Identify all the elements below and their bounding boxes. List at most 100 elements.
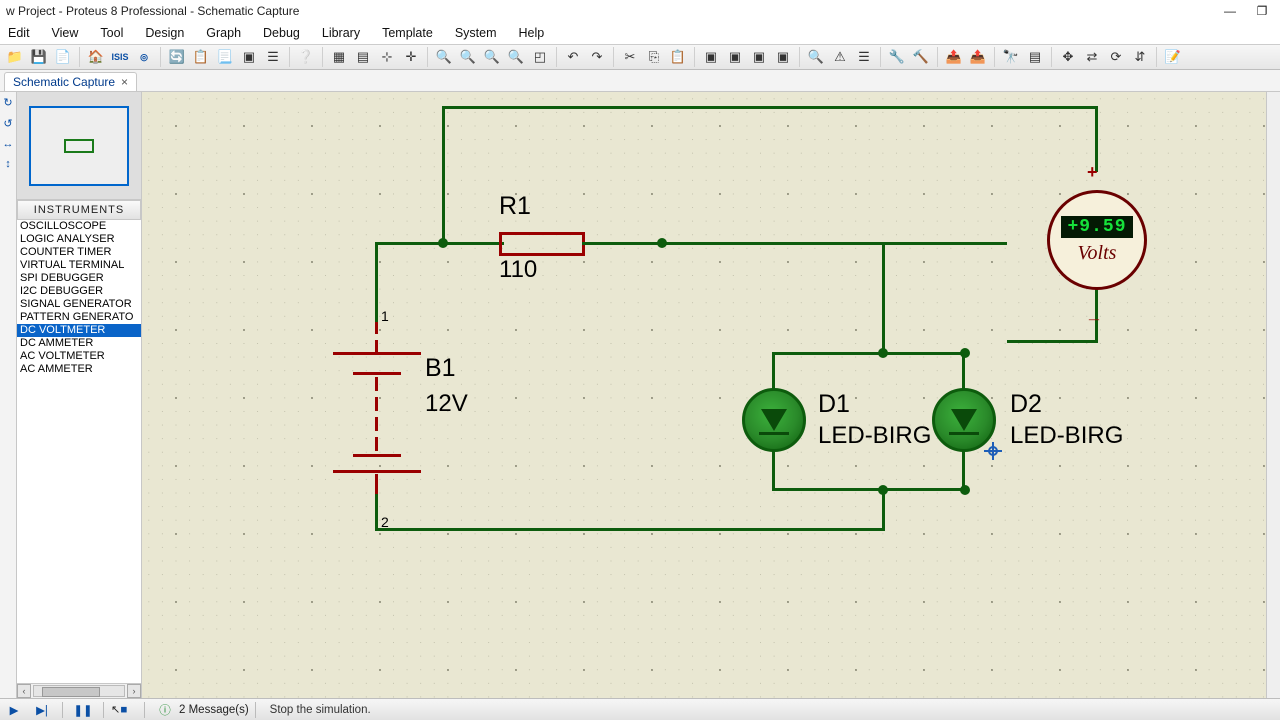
status-bar: ▶ ▶| ❚❚ ↖ ■ ⓘ 2 Message(s) Stop the simu… xyxy=(0,698,1280,720)
play-button[interactable]: ▶ xyxy=(3,701,25,719)
messages-count[interactable]: 2 Message(s) xyxy=(179,704,249,716)
block4-icon[interactable]: ▣ xyxy=(772,46,794,68)
undo-icon[interactable]: ↶ xyxy=(562,46,584,68)
list-item[interactable]: LOGIC ANALYSER xyxy=(17,233,141,246)
list-item[interactable]: SPI DEBUGGER xyxy=(17,272,141,285)
list-item[interactable]: PATTERN GENERATO xyxy=(17,311,141,324)
save-icon[interactable]: 💾 xyxy=(28,46,50,68)
r1-ref-label: R1 xyxy=(499,192,531,221)
minimize-icon: — xyxy=(1224,4,1236,18)
tag-icon[interactable]: ▤ xyxy=(1024,46,1046,68)
cut-icon[interactable]: ✂ xyxy=(619,46,641,68)
flip-v-icon[interactable]: ↕ xyxy=(5,158,11,170)
zoom-icon[interactable]: 🔍 xyxy=(433,46,455,68)
grid-icon[interactable]: ▦ xyxy=(328,46,350,68)
list-item[interactable]: DC AMMETER xyxy=(17,337,141,350)
mirror-icon[interactable]: ⇄ xyxy=(1081,46,1103,68)
redo-icon[interactable]: ↷ xyxy=(586,46,608,68)
zoom-in-icon[interactable]: 🔍 xyxy=(457,46,479,68)
import-icon[interactable]: 📄 xyxy=(52,46,74,68)
paste-icon[interactable]: 📋 xyxy=(667,46,689,68)
origin-icon[interactable]: ✛ xyxy=(400,46,422,68)
menu-debug[interactable]: Debug xyxy=(259,24,304,42)
binoc-icon[interactable]: 🔭 xyxy=(1000,46,1022,68)
menu-system[interactable]: System xyxy=(451,24,501,42)
prop-icon[interactable]: 📝 xyxy=(1162,46,1184,68)
list-item[interactable]: VIRTUAL TERMINAL xyxy=(17,259,141,272)
window-minimize-button[interactable]: — xyxy=(1218,3,1242,19)
resistor-r1[interactable] xyxy=(499,232,585,256)
menu-view[interactable]: View xyxy=(48,24,83,42)
copy-icon[interactable]: ⎘ xyxy=(643,46,665,68)
menu-bar: Edit View Tool Design Graph Debug Librar… xyxy=(0,22,1280,44)
menu-design[interactable]: Design xyxy=(141,24,188,42)
tab-close-icon[interactable]: × xyxy=(121,75,128,89)
rotate-cw-icon[interactable]: ↻ xyxy=(3,96,12,109)
messages-icon[interactable]: ⓘ xyxy=(154,701,176,719)
move-icon[interactable]: ✥ xyxy=(1057,46,1079,68)
step-button[interactable]: ▶| xyxy=(31,701,53,719)
block2-icon[interactable]: ▣ xyxy=(724,46,746,68)
open-icon[interactable]: 📁 xyxy=(4,46,26,68)
part-icon[interactable]: 📋 xyxy=(190,46,212,68)
scroll-left-icon[interactable]: ‹ xyxy=(17,684,31,698)
refresh-icon[interactable]: 🔄 xyxy=(166,46,188,68)
list-item-selected[interactable]: DC VOLTMETER xyxy=(17,324,141,337)
rotate-ccw-icon[interactable]: ↺ xyxy=(3,117,12,130)
zoom-out-icon[interactable]: 🔍 xyxy=(481,46,503,68)
zoom-area-icon[interactable]: ◰ xyxy=(529,46,551,68)
wrench-icon[interactable]: 🔧 xyxy=(886,46,908,68)
d2-ref-label: D2 xyxy=(1010,390,1042,419)
export2-icon[interactable]: 📤 xyxy=(967,46,989,68)
block1-icon[interactable]: ▣ xyxy=(700,46,722,68)
home-icon[interactable]: 🏠 xyxy=(85,46,107,68)
list-item[interactable]: I2C DEBUGGER xyxy=(17,285,141,298)
flip-icon[interactable]: ⇵ xyxy=(1129,46,1151,68)
zoom-fit-icon[interactable]: 🔍 xyxy=(505,46,527,68)
menu-tool[interactable]: Tool xyxy=(96,24,127,42)
pause-button[interactable]: ❚❚ xyxy=(72,701,94,719)
snap-icon[interactable]: ⊹ xyxy=(376,46,398,68)
stop-button[interactable]: ↖ ■ xyxy=(113,701,135,719)
doc-icon[interactable]: 📃 xyxy=(214,46,236,68)
find-icon[interactable]: 🔍 xyxy=(805,46,827,68)
help-icon[interactable]: ❔ xyxy=(295,46,317,68)
object-selector-panel: INSTRUMENTS OSCILLOSCOPE LOGIC ANALYSER … xyxy=(17,92,142,698)
menu-help[interactable]: Help xyxy=(515,24,549,42)
isis-icon[interactable]: ISIS xyxy=(109,46,131,68)
hammer-icon[interactable]: 🔨 xyxy=(910,46,932,68)
tab-schematic-capture[interactable]: Schematic Capture × xyxy=(4,72,137,91)
b1-ref-label: B1 xyxy=(425,354,456,383)
window-maximize-button[interactable]: ❐ xyxy=(1250,3,1274,19)
export1-icon[interactable]: 📤 xyxy=(943,46,965,68)
list-item[interactable]: AC VOLTMETER xyxy=(17,350,141,363)
list-icon[interactable]: ☰ xyxy=(262,46,284,68)
list-item[interactable]: AC AMMETER xyxy=(17,363,141,376)
scrollbar-track[interactable] xyxy=(33,685,125,697)
scroll-right-icon[interactable]: › xyxy=(127,684,141,698)
canvas-vscroll[interactable] xyxy=(1266,92,1280,698)
menu-template[interactable]: Template xyxy=(378,24,437,42)
block3-icon[interactable]: ▣ xyxy=(748,46,770,68)
list-item[interactable]: COUNTER TIMER xyxy=(17,246,141,259)
list-item[interactable]: SIGNAL GENERATOR xyxy=(17,298,141,311)
menu-library[interactable]: Library xyxy=(318,24,364,42)
schematic-canvas[interactable]: R1 110 B1 12V 1 2 D1 LED-BIRG xyxy=(142,92,1280,698)
menu-graph[interactable]: Graph xyxy=(202,24,245,42)
list-item[interactable]: OSCILLOSCOPE xyxy=(17,220,141,233)
status-hint: Stop the simulation. xyxy=(270,704,371,716)
grid2-icon[interactable]: ▤ xyxy=(352,46,374,68)
dc-voltmeter[interactable]: +9.59 Volts xyxy=(1047,190,1147,290)
instruments-header: INSTRUMENTS xyxy=(17,200,141,220)
instruments-list[interactable]: OSCILLOSCOPE LOGIC ANALYSER COUNTER TIME… xyxy=(17,220,141,683)
ares-icon[interactable]: ◎ xyxy=(133,46,155,68)
led-d1[interactable] xyxy=(742,388,806,452)
flip-h-icon[interactable]: ↔ xyxy=(3,138,14,150)
netlist-icon[interactable]: ☰ xyxy=(853,46,875,68)
panel-hscroll[interactable]: ‹ › xyxy=(17,683,141,698)
erc-icon[interactable]: ⚠ xyxy=(829,46,851,68)
rotate-icon[interactable]: ⟳ xyxy=(1105,46,1127,68)
menu-edit[interactable]: Edit xyxy=(4,24,34,42)
chip-icon[interactable]: ▣ xyxy=(238,46,260,68)
b1-pin2-label: 2 xyxy=(381,514,389,530)
